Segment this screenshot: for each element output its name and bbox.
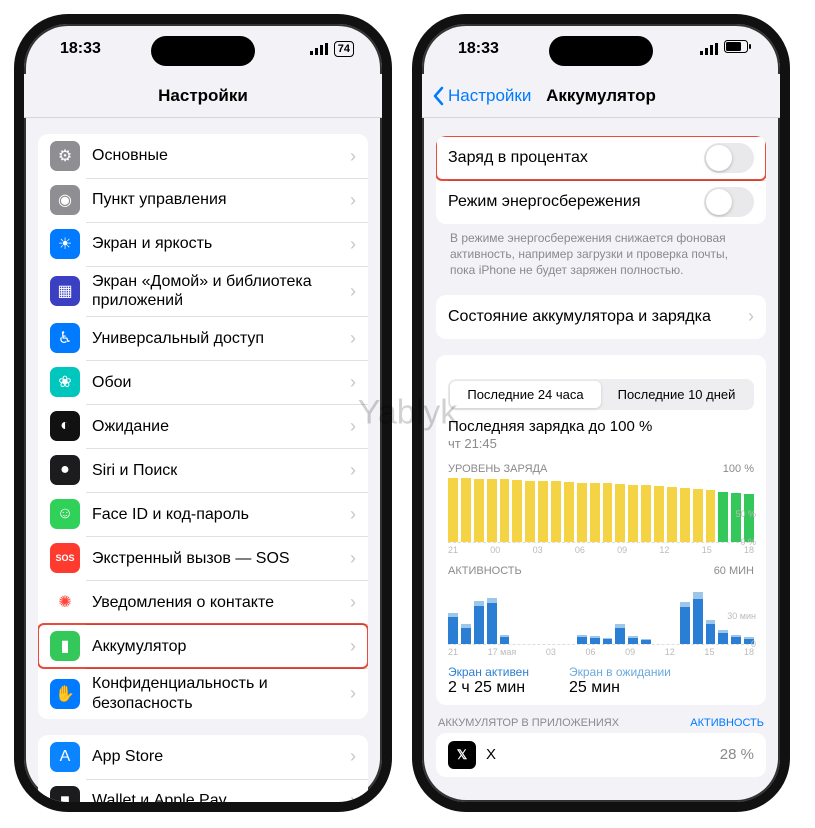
chevron-right-icon: › bbox=[350, 548, 356, 569]
row-icon: ▦ bbox=[50, 276, 80, 306]
nav-bar: Настройки bbox=[24, 74, 382, 118]
activity-head: АКТИВНОСТЬ bbox=[448, 565, 522, 577]
activity-chart: 30 мин 0 2117 мая030609121518 bbox=[448, 581, 754, 657]
battery-content[interactable]: Заряд в процентах Режим энергосбережения… bbox=[422, 118, 780, 802]
chevron-right-icon: › bbox=[350, 372, 356, 393]
settings-row[interactable]: SOS Экстренный вызов — SOS › bbox=[38, 536, 368, 580]
chevron-right-icon: › bbox=[350, 460, 356, 481]
chevron-right-icon: › bbox=[350, 746, 356, 767]
row-label: Уведомления о контакте bbox=[92, 593, 344, 612]
chevron-right-icon: › bbox=[748, 306, 754, 327]
apps-sort-toggle[interactable]: АКТИВНОСТЬ bbox=[690, 717, 764, 729]
status-time: 18:33 bbox=[458, 40, 499, 58]
dynamic-island bbox=[151, 36, 255, 66]
row-icon: ☀ bbox=[50, 229, 80, 259]
page-title: Настройки bbox=[158, 86, 248, 106]
row-icon: ♿︎ bbox=[50, 323, 80, 353]
last-charge-time: чт 21:45 bbox=[448, 436, 754, 451]
row-icon: A bbox=[50, 742, 80, 772]
row-icon: ☺ bbox=[50, 499, 80, 529]
battery-level-chart: 50 % 0 % 2100030609121518 bbox=[448, 479, 754, 553]
settings-row[interactable]: ◉ Пункт управления › bbox=[38, 178, 368, 222]
row-icon: ◉ bbox=[50, 185, 80, 215]
chevron-right-icon: › bbox=[350, 790, 356, 802]
row-label: Обои bbox=[92, 373, 344, 392]
chevron-right-icon: › bbox=[350, 190, 356, 211]
chevron-right-icon: › bbox=[350, 504, 356, 525]
settings-row[interactable]: ☀ Экран и яркость › bbox=[38, 222, 368, 266]
settings-row[interactable]: ♿︎ Универсальный доступ › bbox=[38, 316, 368, 360]
settings-list[interactable]: ⚙︎ Основные › ◉ Пункт управления › ☀ Экран и яр… bbox=[24, 118, 382, 802]
page-title: Аккумулятор bbox=[546, 86, 656, 106]
last-charge-title: Последняя зарядка до 100 % bbox=[448, 418, 754, 435]
settings-row[interactable]: ◐ Ожидание › bbox=[38, 404, 368, 448]
low-power-footer: В режиме энергосбережения снижается фоно… bbox=[436, 224, 766, 279]
battery-percentage-row[interactable]: Заряд в процентах bbox=[436, 136, 766, 180]
settings-row[interactable]: ❀ Обои › bbox=[38, 360, 368, 404]
settings-row[interactable]: ▮ Аккумулятор › bbox=[38, 624, 368, 668]
row-icon: ⚙︎ bbox=[50, 141, 80, 171]
settings-row[interactable]: ✋ Конфиденциальность и безопасность › bbox=[38, 668, 368, 718]
row-label: Основные bbox=[92, 146, 344, 165]
battery-percentage-toggle[interactable] bbox=[704, 143, 754, 173]
row-label: Конфиденциальность и безопасность bbox=[92, 674, 344, 712]
chevron-right-icon: › bbox=[350, 592, 356, 613]
row-icon: ▮ bbox=[50, 631, 80, 661]
row-label: Face ID и код-пароль bbox=[92, 505, 344, 524]
row-label: Siri и Поиск bbox=[92, 461, 344, 480]
row-label: Wallet и Apple Pay bbox=[92, 791, 344, 802]
row-label: Универсальный доступ bbox=[92, 329, 344, 348]
settings-row[interactable]: ▦ Экран «Домой» и библиотека приложений › bbox=[38, 266, 368, 316]
battery-level-head: УРОВЕНЬ ЗАРЯДА bbox=[448, 463, 547, 475]
app-x-icon: 𝕏 bbox=[448, 741, 476, 769]
settings-row[interactable]: ☺ Face ID и код-пароль › bbox=[38, 492, 368, 536]
chevron-right-icon: › bbox=[350, 416, 356, 437]
row-icon: ■ bbox=[50, 786, 80, 802]
row-icon: ✋ bbox=[50, 679, 80, 709]
legend-screen-on: Экран активен 2 ч 25 мин bbox=[448, 665, 529, 697]
row-icon: ◐ bbox=[50, 411, 80, 441]
row-label: Экран и яркость bbox=[92, 234, 344, 253]
row-icon: ❀ bbox=[50, 367, 80, 397]
low-power-row[interactable]: Режим энергосбережения bbox=[436, 180, 766, 224]
row-icon: ✺ bbox=[50, 587, 80, 617]
legend-screen-idle: Экран в ожидании 25 мин bbox=[569, 665, 671, 697]
chevron-right-icon: › bbox=[350, 281, 356, 302]
battery-status-icon: 74 bbox=[334, 41, 354, 57]
settings-row[interactable]: ⚙︎ Основные › bbox=[38, 134, 368, 178]
battery-health-row[interactable]: Состояние аккумулятора и зарядка › bbox=[436, 295, 766, 339]
chevron-right-icon: › bbox=[350, 146, 356, 167]
row-icon: ● bbox=[50, 455, 80, 485]
time-range-segmented[interactable]: Последние 24 часа Последние 10 дней bbox=[448, 379, 754, 410]
row-label: Пункт управления bbox=[92, 190, 344, 209]
battery-status-icon bbox=[724, 40, 752, 58]
chevron-right-icon: › bbox=[350, 636, 356, 657]
settings-row[interactable]: ✺ Уведомления о контакте › bbox=[38, 580, 368, 624]
row-label: Аккумулятор bbox=[92, 637, 344, 656]
back-button[interactable]: Настройки bbox=[432, 86, 531, 106]
row-label: Экран «Домой» и библиотека приложений bbox=[92, 272, 344, 310]
cellular-icon bbox=[700, 43, 718, 55]
row-icon: SOS bbox=[50, 543, 80, 573]
settings-row[interactable]: ■ Wallet и Apple Pay › bbox=[38, 779, 368, 802]
nav-bar: Настройки Аккумулятор bbox=[422, 74, 780, 118]
row-label: Ожидание bbox=[92, 417, 344, 436]
chevron-right-icon: › bbox=[350, 328, 356, 349]
row-label: App Store bbox=[92, 747, 344, 766]
apps-section-head: АККУМУЛЯТОР В ПРИЛОЖЕНИЯХ bbox=[438, 717, 619, 729]
settings-row[interactable]: ● Siri и Поиск › bbox=[38, 448, 368, 492]
status-time: 18:33 bbox=[60, 40, 101, 58]
phone-settings: 18:33 74 Настройки ⚙︎ Основные › ◉ Пункт упр… bbox=[14, 14, 392, 812]
app-usage-row[interactable]: 𝕏 X 28 % bbox=[436, 733, 766, 777]
row-label: Экстренный вызов — SOS bbox=[92, 549, 344, 568]
seg-10d[interactable]: Последние 10 дней bbox=[601, 381, 752, 408]
cellular-icon bbox=[310, 43, 328, 55]
settings-row[interactable]: A App Store › bbox=[38, 735, 368, 779]
seg-24h[interactable]: Последние 24 часа bbox=[450, 381, 601, 408]
chevron-right-icon: › bbox=[350, 234, 356, 255]
chevron-right-icon: › bbox=[350, 683, 356, 704]
dynamic-island bbox=[549, 36, 653, 66]
low-power-toggle[interactable] bbox=[704, 187, 754, 217]
phone-battery: 18:33 Настройки Аккумулятор Заряд в проц… bbox=[412, 14, 790, 812]
